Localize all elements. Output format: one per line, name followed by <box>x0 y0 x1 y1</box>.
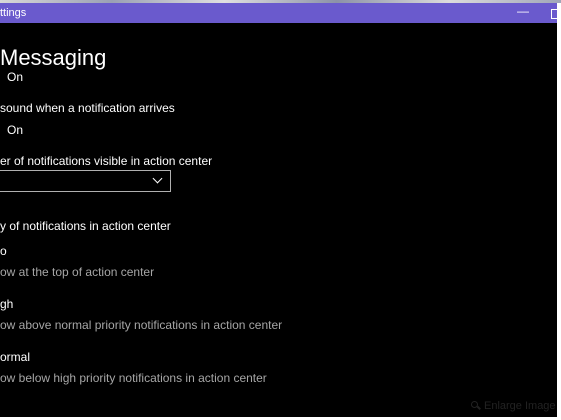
priority-option-description: ow at the top of action center <box>0 265 155 279</box>
chevron-down-icon <box>152 173 163 184</box>
priority-option-description: ow below high priority notifications in … <box>0 371 267 385</box>
priority-option-description: ow above normal priority notifications i… <box>0 318 283 332</box>
maximize-button[interactable] <box>551 9 557 19</box>
notifications-toggle-state[interactable]: On <box>7 70 23 84</box>
visible-count-label: er of notifications visible in action ce… <box>0 154 213 168</box>
enlarge-image-button[interactable]: Enlarge Image <box>471 400 556 412</box>
window-title: ttings <box>0 7 27 19</box>
visible-count-dropdown[interactable] <box>0 170 171 192</box>
sound-toggle-state[interactable]: On <box>7 123 23 137</box>
priority-option-title[interactable]: ormal <box>0 350 30 364</box>
settings-window: ttings — Messaging On sound when a notif… <box>0 3 557 417</box>
search-icon <box>471 401 479 409</box>
page-title: Messaging <box>0 45 107 70</box>
priority-label: y of notifications in action center <box>0 219 171 233</box>
priority-option-title[interactable]: o <box>0 244 7 258</box>
title-bar: ttings — <box>0 3 557 23</box>
sound-setting-label: sound when a notification arrives <box>0 101 175 115</box>
enlarge-image-label: Enlarge Image <box>484 400 556 412</box>
minimize-button[interactable]: — <box>517 4 529 18</box>
priority-option-title[interactable]: gh <box>0 297 13 311</box>
